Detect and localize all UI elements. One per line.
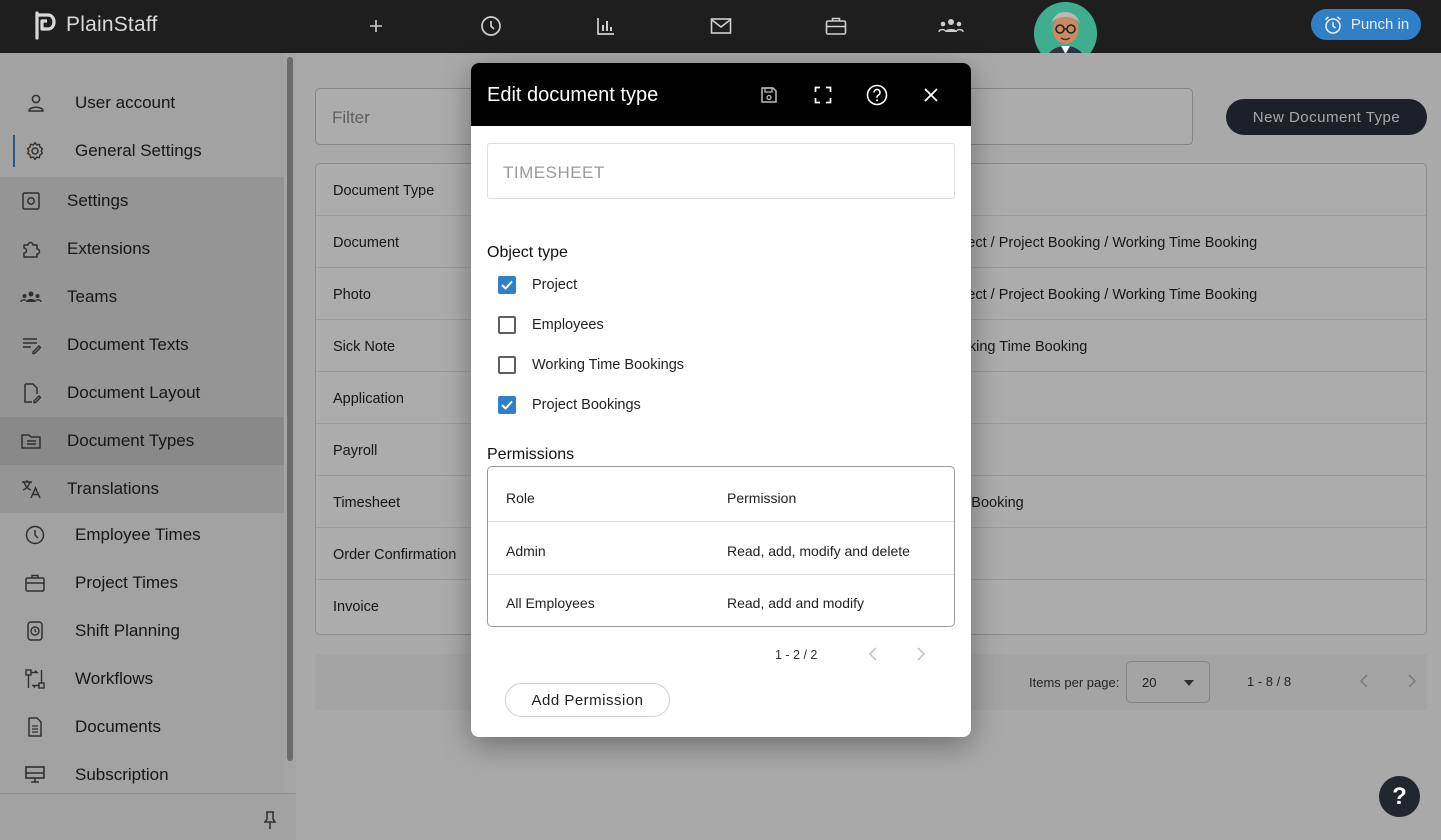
fullscreen-icon[interactable] xyxy=(811,83,835,107)
save-icon[interactable] xyxy=(757,83,781,107)
app-logo[interactable]: PlainStaff xyxy=(34,10,158,40)
plainstaff-logo-icon xyxy=(35,11,56,40)
permissions-table: Role Permission Admin Read, add, modify … xyxy=(487,466,955,627)
app-name: PlainStaff xyxy=(66,13,158,36)
checkbox-project-bookings[interactable]: Project Bookings xyxy=(498,393,641,417)
permissions-page-range: 1 - 2 / 2 xyxy=(775,648,818,662)
checkbox-unchecked-icon[interactable] xyxy=(498,316,516,334)
checkbox-label: Project xyxy=(532,277,578,293)
checkbox-working-time-bookings[interactable]: Working Time Bookings xyxy=(498,353,684,377)
table-cell: Admin xyxy=(506,543,546,559)
document-type-name-input[interactable]: TIMESHEET xyxy=(487,143,955,199)
mail-icon[interactable] xyxy=(708,13,734,39)
document-type-name-value: TIMESHEET xyxy=(503,163,605,182)
checkbox-checked-icon[interactable] xyxy=(498,396,516,414)
team-icon[interactable] xyxy=(938,13,964,39)
punch-in-label: Punch in xyxy=(1350,16,1410,33)
checkbox-label: Project Bookings xyxy=(532,397,641,413)
checkbox-label: Employees xyxy=(532,317,604,333)
table-header-row: Role Permission xyxy=(488,470,954,522)
permissions-title: Permissions xyxy=(487,446,575,463)
punch-in-button[interactable]: Punch in xyxy=(1311,9,1421,40)
chart-icon[interactable] xyxy=(593,13,619,39)
checkbox-label: Working Time Bookings xyxy=(532,357,685,373)
help-button[interactable]: ? xyxy=(1379,776,1420,817)
column-header-permission[interactable]: Permission xyxy=(727,490,796,506)
table-row[interactable]: Admin Read, add, modify and delete xyxy=(488,523,954,575)
edit-document-type-dialog: Edit document type TIMESHEET Object type… xyxy=(471,63,971,737)
clock-icon[interactable] xyxy=(478,13,504,39)
table-row[interactable]: All Employees Read, add and modify xyxy=(488,575,954,627)
close-icon[interactable] xyxy=(919,83,943,107)
help-icon[interactable] xyxy=(865,83,889,107)
dialog-title: Edit document type xyxy=(487,84,659,106)
column-header-role[interactable]: Role xyxy=(506,490,535,506)
checkbox-unchecked-icon[interactable] xyxy=(498,356,516,374)
alarm-clock-icon xyxy=(1324,15,1341,34)
checkbox-employees[interactable]: Employees xyxy=(498,313,604,337)
briefcase-icon[interactable] xyxy=(823,13,849,39)
chevron-right-icon[interactable] xyxy=(916,646,926,662)
add-permission-button[interactable]: Add Permission xyxy=(505,683,670,717)
table-cell: All Employees xyxy=(506,595,595,611)
checkbox-project[interactable]: Project xyxy=(498,273,577,297)
dialog-header: Edit document type xyxy=(471,63,971,126)
help-fab-label: ? xyxy=(1392,782,1407,810)
table-cell: Read, add, modify and delete xyxy=(727,543,910,559)
checkbox-checked-icon[interactable] xyxy=(498,276,516,294)
chevron-left-icon[interactable] xyxy=(868,646,878,662)
object-type-title: Object type xyxy=(487,244,568,261)
top-bar: PlainStaff Punch in xyxy=(0,0,1441,72)
add-icon[interactable] xyxy=(363,13,389,39)
table-cell: Read, add and modify xyxy=(727,595,864,611)
